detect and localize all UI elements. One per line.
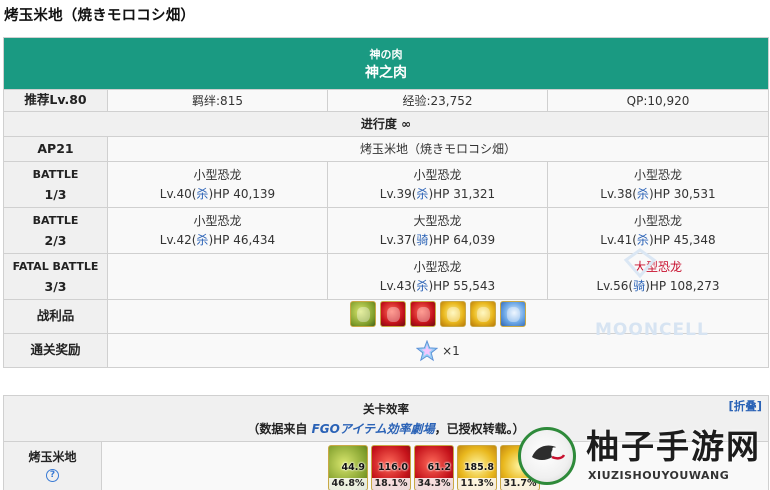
green-seed-icon[interactable]: 44.9 46.8% (328, 444, 368, 490)
bond-value: 羁绊:815 (107, 89, 328, 112)
progress-label: 进行度 ∞ (3, 111, 769, 137)
page-title: 烤玉米地（焼きモロコシ畑） (4, 8, 196, 24)
red-fang-icon[interactable] (410, 301, 436, 327)
brand-name: 柚子手游网 (586, 427, 761, 466)
green-seed-icon[interactable] (350, 301, 376, 327)
gold-gem-icon[interactable]: 185.8 11.3% (457, 444, 497, 490)
reward-cell: ×1 (107, 333, 769, 368)
qp-value: QP:10,920 (547, 89, 769, 112)
bird-icon (532, 445, 566, 460)
class-link[interactable]: 杀 (416, 279, 428, 293)
drops-cell (107, 299, 769, 334)
enemy-cell: 小型恐龙 Lv.40(杀)HP 40,139 (107, 161, 328, 208)
enemy-cell-empty (107, 253, 328, 300)
help-icon[interactable]: ? (46, 469, 59, 482)
class-link[interactable]: 骑 (633, 279, 645, 293)
gold-gem-icon[interactable] (470, 301, 496, 327)
enemy-cell: 小型恐龙 Lv.41(杀)HP 45,348 (547, 207, 769, 254)
source-link[interactable]: FGOアイテム効率劇場 (312, 422, 435, 436)
ap-label: AP21 (3, 136, 108, 162)
class-link[interactable]: 杀 (196, 187, 208, 201)
collapse-button[interactable]: [折叠] (729, 398, 763, 414)
red-fang-icon[interactable] (380, 301, 406, 327)
brand-name-en: XIUZISHOUYOUWANG (588, 469, 730, 482)
quest-name-jp: 神の肉 (369, 47, 403, 61)
enemy-cell: 小型恐龙 Lv.39(杀)HP 31,321 (327, 161, 548, 208)
enemy-cell: 小型恐龙 Lv.42(杀)HP 46,434 (107, 207, 328, 254)
red-fang-icon[interactable]: 61.2 34.3% (414, 444, 454, 490)
exp-value: 经验:23,752 (327, 89, 548, 112)
quest-header: 神の肉 神之肉 (3, 37, 769, 90)
blue-crystal-icon[interactable] (500, 301, 526, 327)
quest-location: 烤玉米地（焼きモロコシ畑） (107, 136, 769, 162)
battle-label: BATTLE 2/3 (3, 207, 108, 254)
class-link[interactable]: 杀 (196, 233, 208, 247)
enemy-cell: 大型恐龙 Lv.37(骑)HP 64,039 (327, 207, 548, 254)
class-link[interactable]: 杀 (637, 233, 649, 247)
quest-name-cn: 神之肉 (365, 64, 407, 81)
battle-row-1: BATTLE 1/3 小型恐龙 Lv.40(杀)HP 40,139 小型恐龙 Lv… (3, 161, 769, 208)
battle-row-2: BATTLE 2/3 小型恐龙 Lv.42(杀)HP 46,434 大型恐龙 Lv… (3, 207, 769, 254)
gold-gem-icon[interactable] (440, 301, 466, 327)
drops-label: 战利品 (3, 299, 108, 334)
saint-quartz-icon[interactable] (416, 339, 439, 362)
enemy-cell: 小型恐龙 Lv.38(杀)HP 30,531 (547, 161, 769, 208)
rec-level-label: 推荐Lv.80 (3, 89, 108, 112)
battle-label: BATTLE 1/3 (3, 161, 108, 208)
reward-label: 通关奖励 (3, 333, 108, 368)
quest-table: 神の肉 神之肉 推荐Lv.80 羁绊:815 经验:23,752 QP:10,9… (3, 37, 769, 368)
class-link[interactable]: 杀 (416, 187, 428, 201)
mooncell-logo-icon (623, 248, 657, 278)
battle-label: FATAL BATTLE 3/3 (3, 253, 108, 300)
class-link[interactable]: 骑 (416, 233, 428, 247)
efficiency-row-label: 烤玉米地 ? (3, 441, 102, 490)
enemy-cell: 小型恐龙 Lv.43(杀)HP 55,543 (327, 253, 548, 300)
class-link[interactable]: 杀 (637, 187, 649, 201)
red-fang-icon[interactable]: 116.0 18.1% (371, 444, 411, 490)
reward-count: ×1 (442, 343, 460, 358)
brand-logo: 柚子手游网 XIUZISHOUYOUWANG (518, 425, 768, 489)
